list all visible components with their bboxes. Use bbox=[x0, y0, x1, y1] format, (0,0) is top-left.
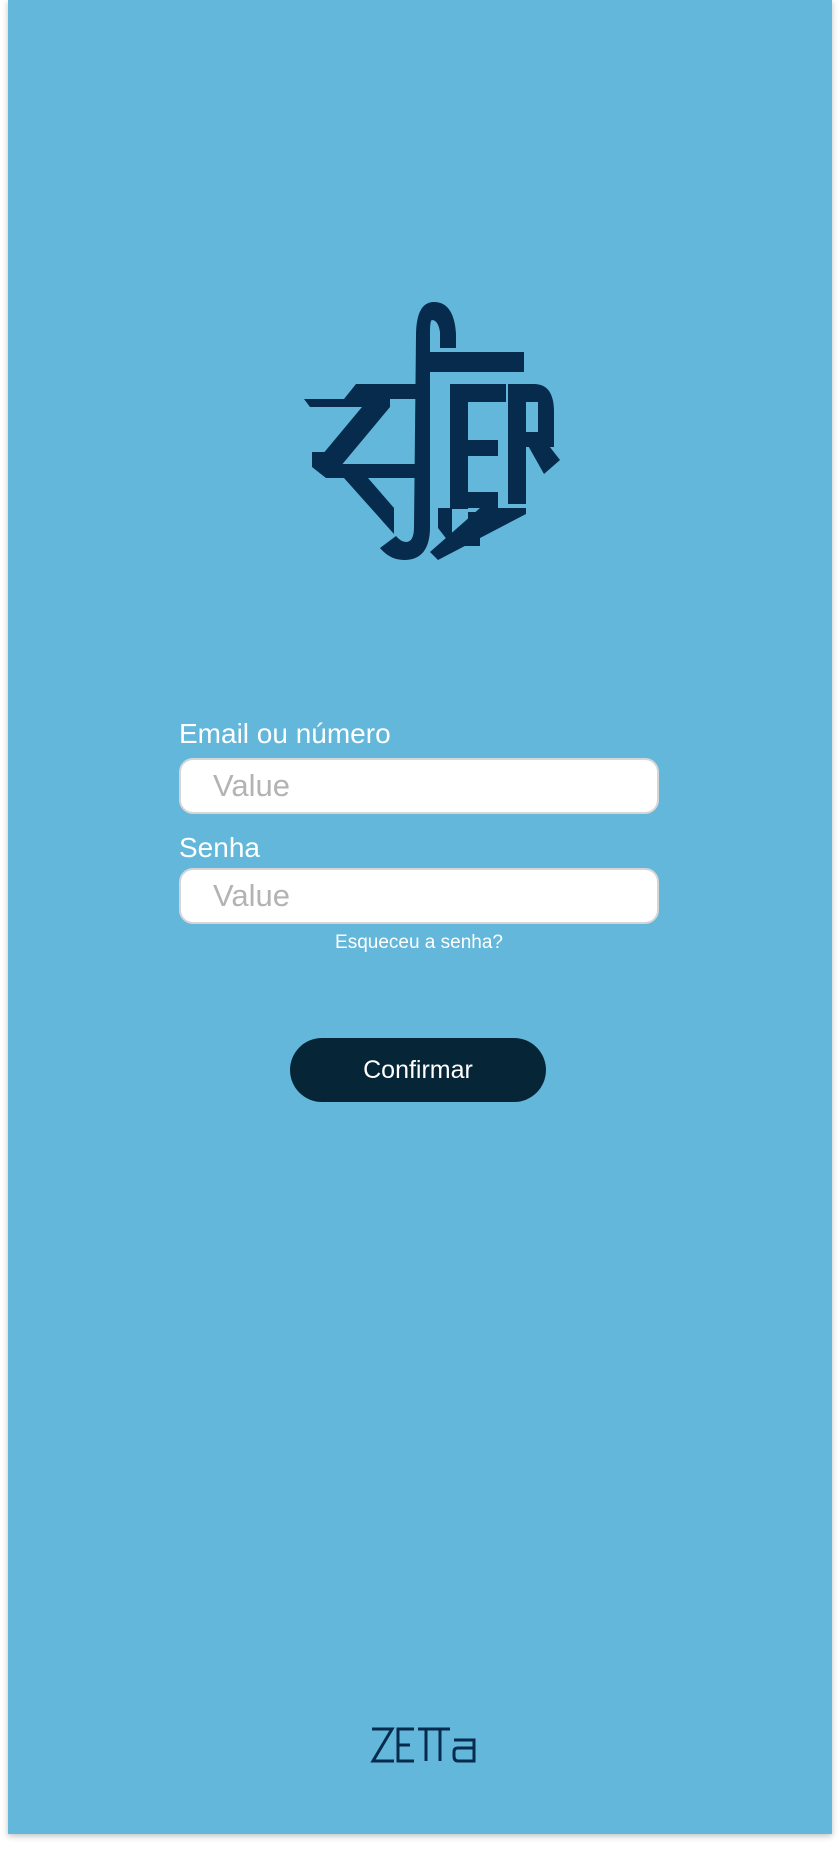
forgot-password-link[interactable]: Esqueceu a senha? bbox=[179, 932, 659, 954]
zfer-logo-icon bbox=[304, 302, 560, 560]
password-input[interactable] bbox=[179, 868, 659, 924]
email-label: Email ou número bbox=[179, 718, 391, 749]
confirm-button[interactable]: Confirmar bbox=[290, 1038, 546, 1102]
email-input[interactable] bbox=[179, 758, 659, 814]
zetta-wordmark-icon bbox=[370, 1727, 476, 1763]
login-screen: Email ou número Senha Esqueceu a senha? … bbox=[8, 0, 832, 1834]
password-label: Senha bbox=[179, 832, 260, 863]
